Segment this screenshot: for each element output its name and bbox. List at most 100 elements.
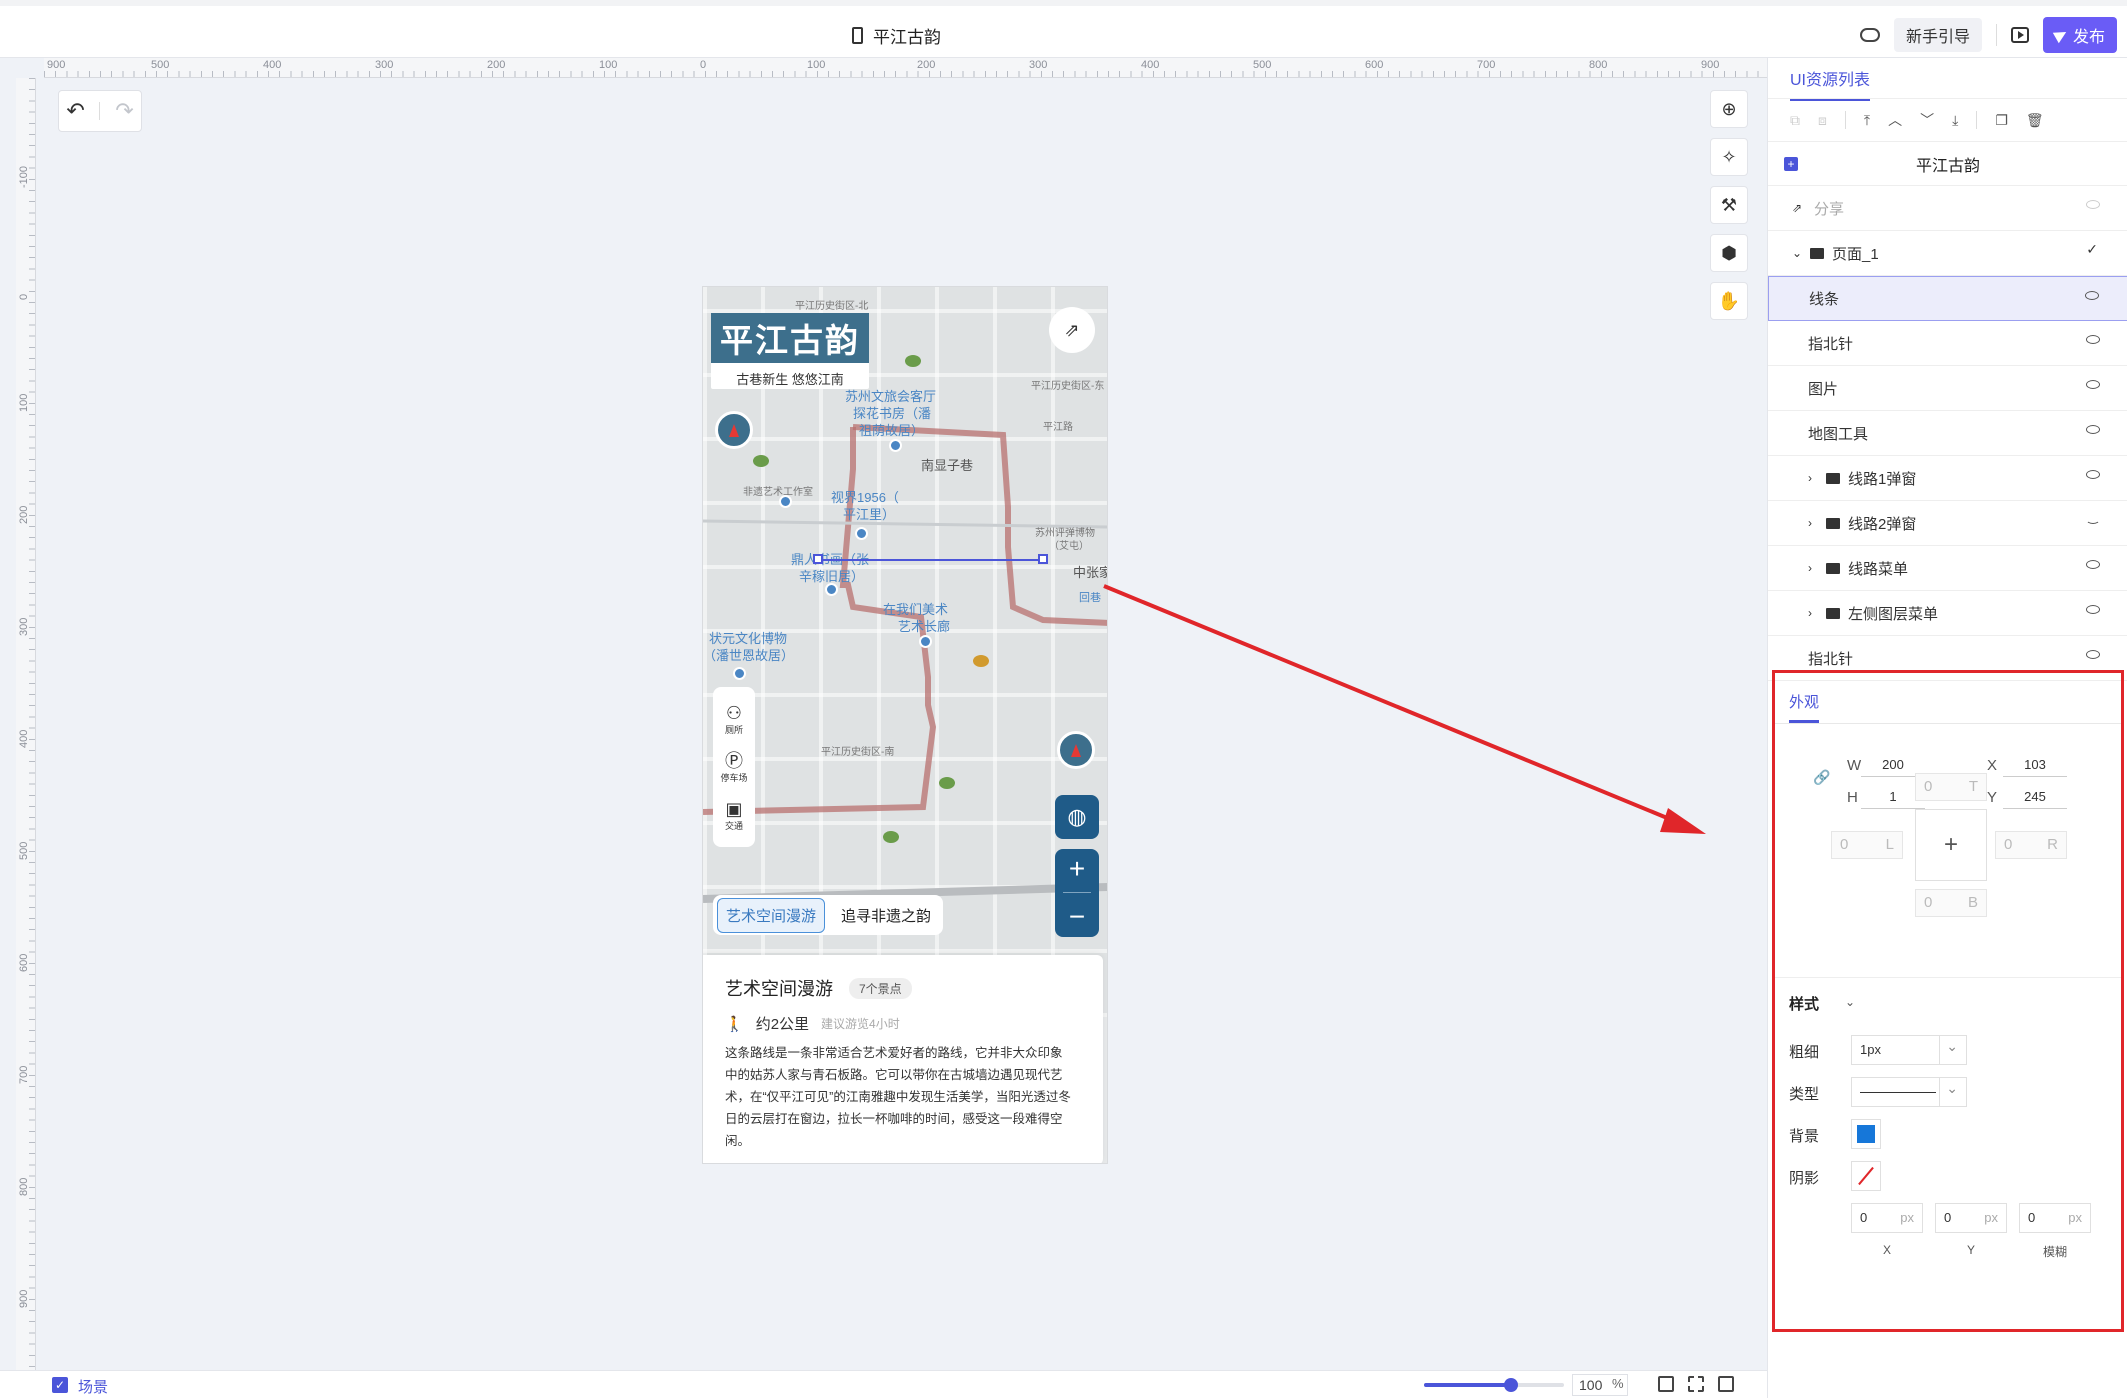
- undo-icon[interactable]: ↶: [66, 98, 84, 124]
- poi-marker[interactable]: [733, 667, 746, 680]
- poi-marker[interactable]: [779, 495, 792, 508]
- shadow-y-input[interactable]: 0 px: [1935, 1203, 2007, 1233]
- layer-row[interactable]: 地图工具: [1768, 411, 2127, 456]
- spacing-top-input[interactable]: 0 T: [1915, 773, 1987, 801]
- eye-icon[interactable]: [2086, 380, 2100, 389]
- eye-icon[interactable]: [2085, 291, 2099, 300]
- eye-icon[interactable]: [2086, 605, 2100, 614]
- chevron-right-icon[interactable]: ›: [1808, 516, 1812, 530]
- check-icon[interactable]: ✓: [2086, 241, 2098, 258]
- route-tab-art[interactable]: 艺术空间漫游: [717, 897, 826, 933]
- chevron-right-icon[interactable]: ›: [1808, 561, 1812, 575]
- y-input[interactable]: 245: [2003, 785, 2067, 809]
- cube-icon[interactable]: ⬢: [1710, 234, 1748, 272]
- cloud-sync-icon[interactable]: [1859, 28, 1880, 42]
- copy-icon[interactable]: ❐: [1995, 112, 2008, 129]
- layer-row[interactable]: 线条: [1768, 276, 2127, 321]
- poi-marker[interactable]: [855, 527, 868, 540]
- move-down-icon[interactable]: ﹀: [1920, 110, 1934, 130]
- shadow-x-value: 0: [1860, 1210, 1868, 1225]
- project-title[interactable]: 平江古韵: [852, 18, 941, 52]
- layer-row[interactable]: 指北针: [1768, 321, 2127, 366]
- weight-select[interactable]: 1px: [1851, 1032, 1967, 1065]
- shadow-blur-input[interactable]: 0 px: [2019, 1203, 2091, 1233]
- link-ratio-icon[interactable]: 🔗: [1813, 769, 1830, 786]
- layer-row[interactable]: › 左侧图层菜单: [1768, 591, 2127, 636]
- eye-icon[interactable]: [2086, 335, 2100, 344]
- facility-item-restroom[interactable]: ⚇ 厕所: [725, 703, 743, 736]
- map-view[interactable]: 苏州文旅会客厅 探花书房（潘 祖荫故居） 视界1956（ 平江里） 鼎人书画（张…: [703, 287, 1107, 1017]
- fit-screen-icon[interactable]: [1688, 1376, 1704, 1392]
- share-icon[interactable]: ⇗: [1049, 307, 1095, 353]
- zoom-slider-knob[interactable]: [1503, 1378, 1518, 1392]
- editor-canvas[interactable]: 900 500 400 300 200 100 0 100 200 300 400 500 600 700…: [0, 58, 1767, 1370]
- group-icon[interactable]: ⧉: [1790, 112, 1800, 129]
- ungroup-icon[interactable]: ⧈: [1818, 112, 1827, 129]
- chevron-down-icon[interactable]: ⌄: [1845, 995, 1855, 1009]
- redo-icon[interactable]: ↷: [115, 98, 133, 124]
- compass-icon[interactable]: [1057, 731, 1095, 769]
- delete-icon[interactable]: 🗑: [2026, 112, 2044, 129]
- facility-item-parking[interactable]: Ⓟ 停车场: [720, 751, 747, 784]
- spacing-left-input[interactable]: 0 L: [1831, 831, 1903, 859]
- move-bottom-icon[interactable]: ⤓: [1952, 112, 1958, 129]
- layer-row[interactable]: ⇗ 分享: [1768, 186, 2127, 231]
- layer-row[interactable]: › 线路1弹窗: [1768, 456, 2127, 501]
- publish-button[interactable]: 发布: [2042, 17, 2117, 53]
- zoom-in-icon[interactable]: +: [1069, 853, 1085, 885]
- move-top-icon[interactable]: ⤒: [1864, 112, 1870, 129]
- spacing-right-input[interactable]: 0 R: [1995, 831, 2067, 859]
- poi-marker[interactable]: [889, 439, 902, 452]
- poi-marker[interactable]: [919, 635, 932, 648]
- minimap-icon[interactable]: [1718, 1376, 1734, 1392]
- fit-width-icon[interactable]: [1658, 1376, 1674, 1392]
- move-up-icon[interactable]: ︿: [1888, 110, 1902, 130]
- satellite-icon[interactable]: ⚒: [1710, 186, 1748, 224]
- tab-appearance[interactable]: 外观: [1789, 691, 1820, 723]
- x-input[interactable]: 103: [2003, 753, 2067, 777]
- resize-handle-left[interactable]: [813, 554, 823, 564]
- spacing-bottom-input[interactable]: 0 B: [1915, 889, 1987, 917]
- hand-icon[interactable]: ✋: [1710, 282, 1748, 320]
- zoom-out-icon[interactable]: −: [1069, 901, 1085, 933]
- selected-line-element[interactable]: [818, 559, 1043, 561]
- globe-icon[interactable]: ◍: [1055, 795, 1099, 839]
- style-section-title[interactable]: 样式: [1789, 993, 1819, 1014]
- guide-button[interactable]: 新手引导: [1893, 18, 1982, 52]
- facility-label: 停车场: [720, 772, 748, 783]
- layer-row[interactable]: › 线路菜单: [1768, 546, 2127, 591]
- eye-icon[interactable]: [2086, 470, 2100, 479]
- compass-icon[interactable]: [715, 411, 753, 449]
- layer-row[interactable]: › 线路2弹窗: [1768, 501, 2127, 546]
- resize-handle-right[interactable]: [1038, 554, 1048, 564]
- eye-icon[interactable]: [2086, 200, 2100, 209]
- line-type-select[interactable]: [1851, 1074, 1967, 1107]
- scene-checkbox[interactable]: ✓: [52, 1377, 68, 1393]
- shadow-x-input[interactable]: 0 px: [1851, 1203, 1923, 1233]
- layer-list: ⇗ 分享 ⌄ 页面_1 ✓ 线条 指北针 图片 地图工具 › 线路1弹窗 › 线路2弹窗 › 线路菜单 › 左侧…: [1768, 186, 2127, 723]
- eye-closed-icon[interactable]: [2086, 515, 2100, 524]
- layer-row[interactable]: 图片: [1768, 366, 2127, 411]
- layer-name: 左侧图层菜单: [1848, 605, 1939, 623]
- route-tab-heritage[interactable]: 追寻非遗之韵: [833, 899, 939, 932]
- chevron-right-icon[interactable]: ›: [1808, 471, 1812, 485]
- eye-icon[interactable]: [2086, 650, 2100, 659]
- chevron-right-icon[interactable]: ›: [1808, 606, 1812, 620]
- shadow-x-caption: X: [1882, 1243, 1891, 1257]
- phone-preview[interactable]: 苏州文旅会客厅 探花书房（潘 祖荫故居） 视界1956（ 平江里） 鼎人书画（张…: [702, 286, 1108, 1164]
- facility-item-transit[interactable]: ▣ 交通: [725, 799, 743, 832]
- chevron-down-icon[interactable]: ⌄: [1792, 246, 1802, 260]
- tab-ui-resources[interactable]: UI资源列表: [1790, 66, 1871, 101]
- preview-play-icon[interactable]: [2010, 27, 2029, 43]
- background-color-picker[interactable]: [1851, 1119, 1881, 1149]
- magic-wand-icon[interactable]: ✧: [1710, 138, 1748, 176]
- poi-marker[interactable]: [825, 583, 838, 596]
- eye-icon[interactable]: [2086, 560, 2100, 569]
- locate-icon[interactable]: ⊕: [1710, 90, 1748, 128]
- zoom-slider[interactable]: [1424, 1378, 1564, 1392]
- layer-row[interactable]: ⌄ 页面_1 ✓: [1768, 231, 2127, 276]
- project-root-row[interactable]: + 平江古韵: [1768, 142, 2127, 186]
- eye-icon[interactable]: [2086, 425, 2100, 434]
- add-icon[interactable]: +: [1784, 157, 1798, 171]
- shadow-color-picker[interactable]: [1851, 1161, 1881, 1191]
